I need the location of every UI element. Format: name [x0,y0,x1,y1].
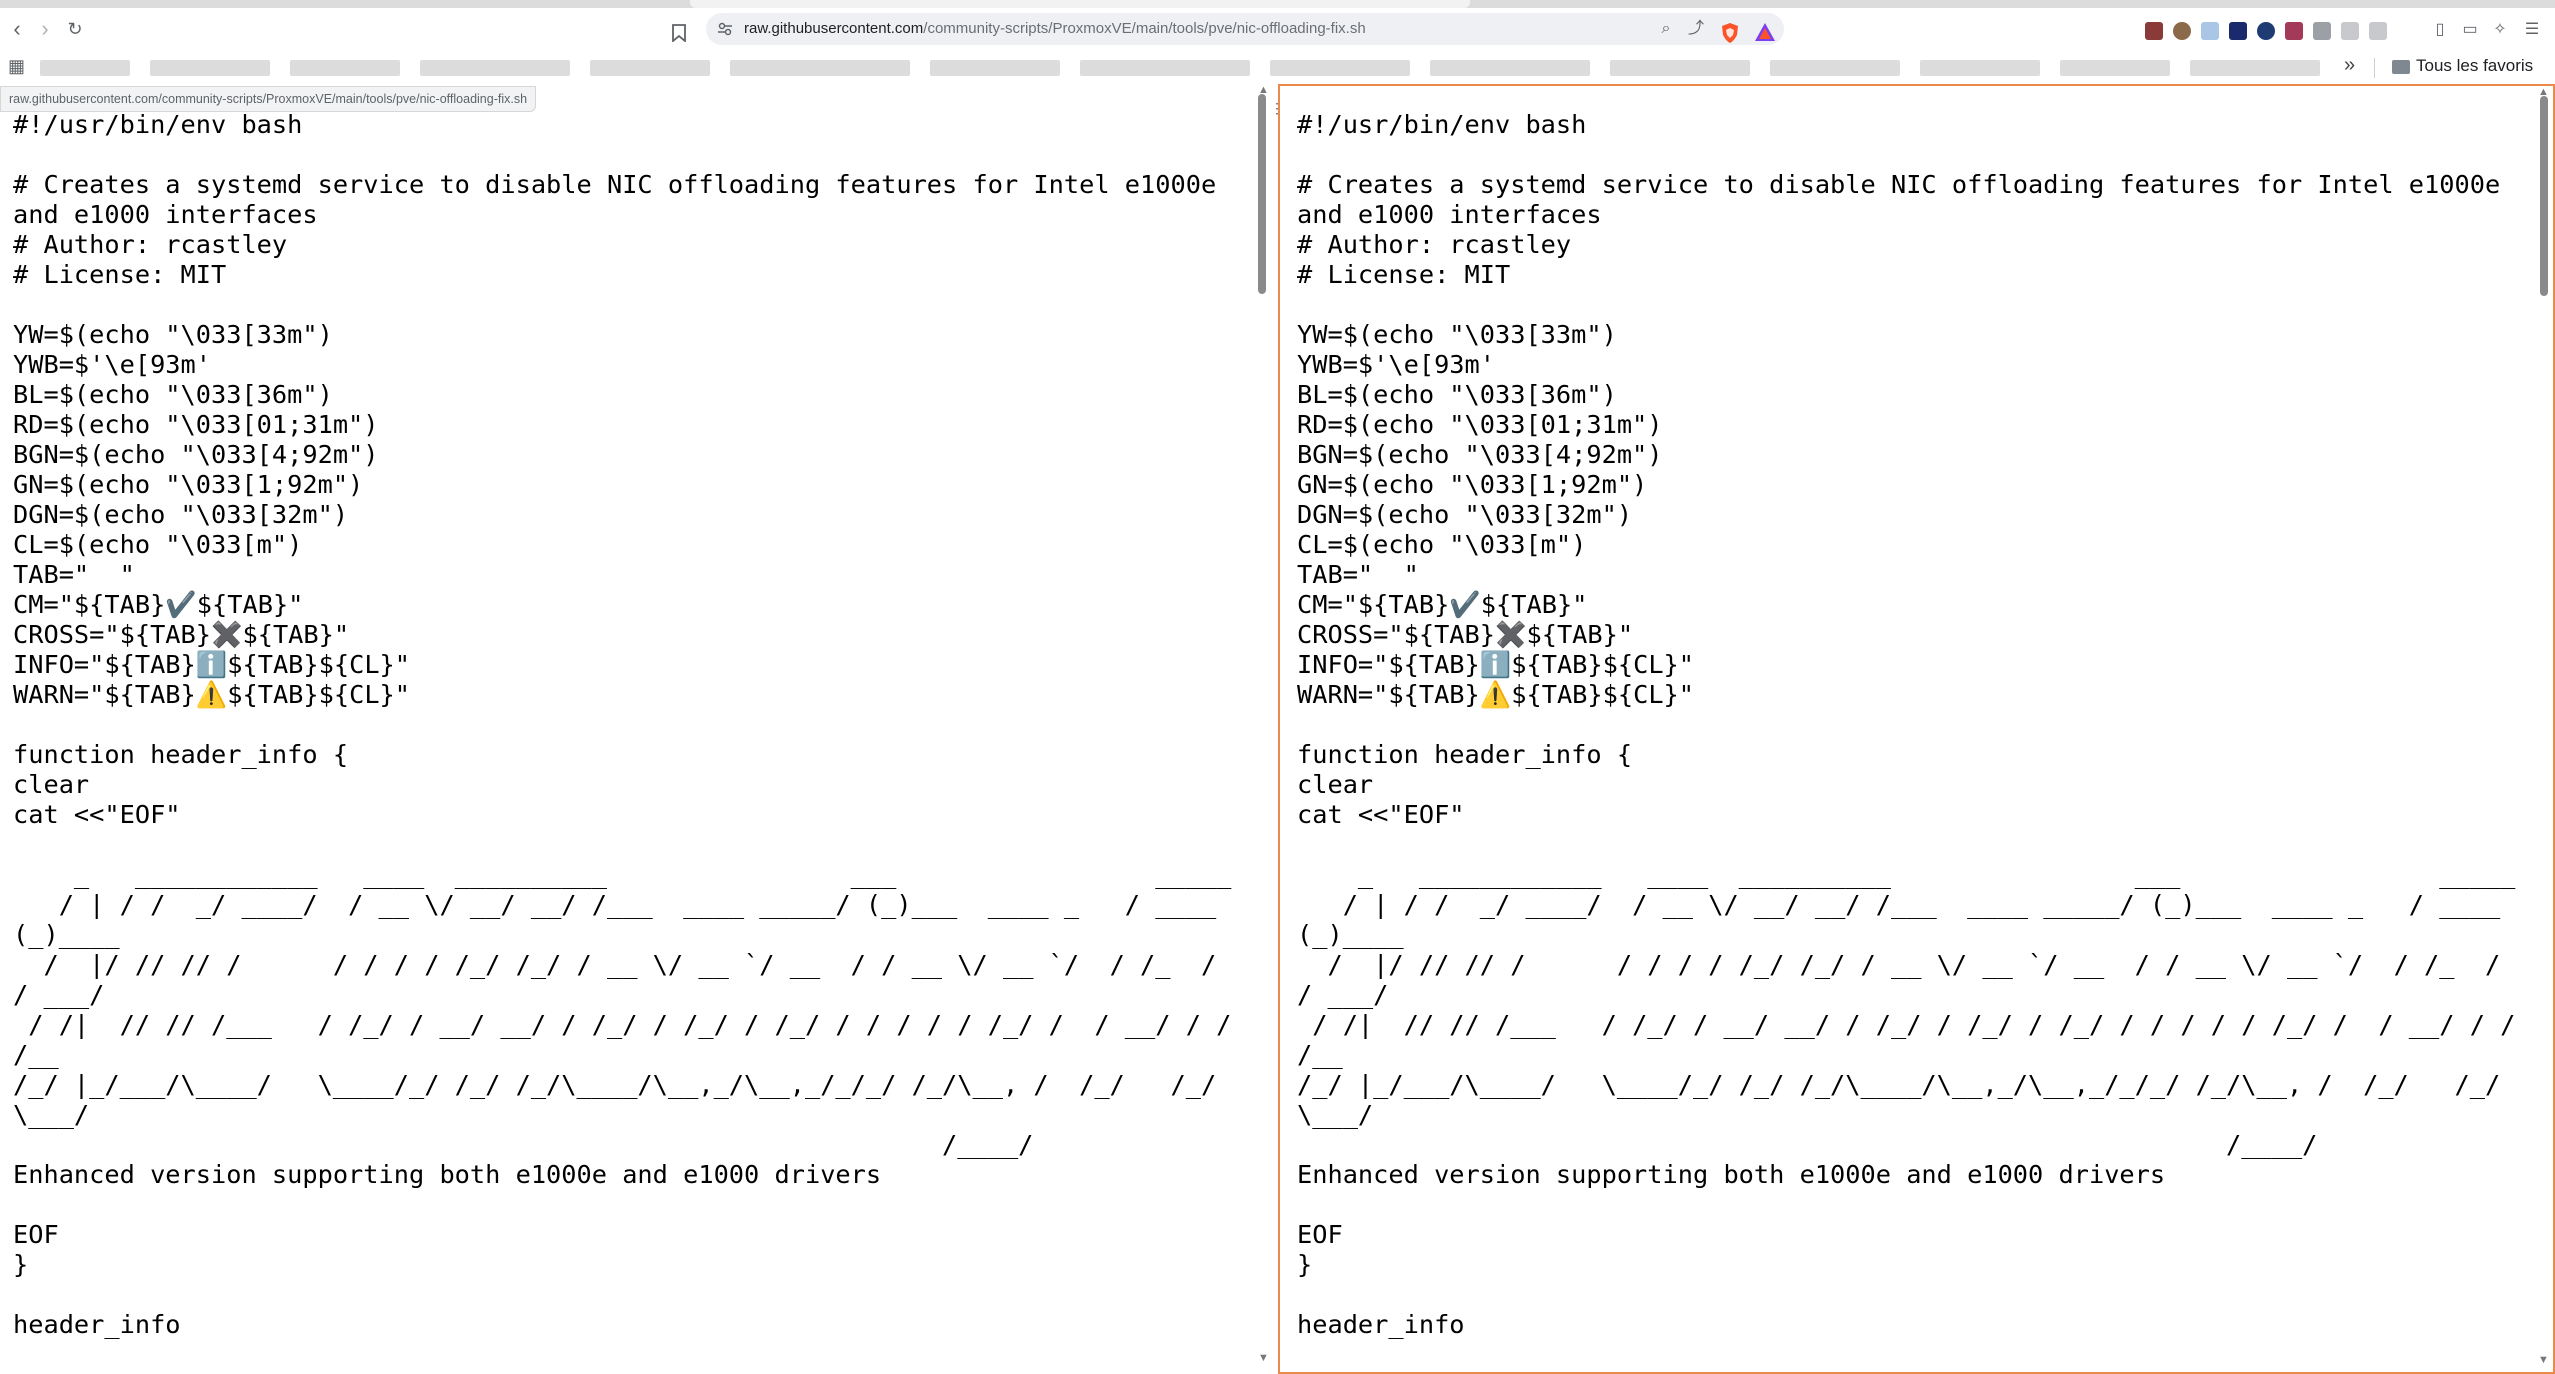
extension-6-icon[interactable] [2285,22,2303,40]
url-path: /community-scripts/ProxmoxVE/main/tools/… [923,20,1366,37]
bookmark-item[interactable] [1920,60,2040,76]
browser-toolbar: ‹ › ↻ raw.githubusercontent.com/communit… [0,8,2555,50]
scroll-down-arrow[interactable]: ▼ [2538,1354,2549,1366]
bookmark-item[interactable] [290,60,400,76]
bookmark-item[interactable] [150,60,270,76]
extension-5-icon[interactable] [2257,22,2275,40]
bookmark-item[interactable] [1770,60,1900,76]
extensions-puzzle-icon[interactable] [2341,22,2359,40]
bookmark-item[interactable] [40,60,130,76]
link-preview-status: raw.githubusercontent.com/community-scri… [0,86,537,112]
camera-icon[interactable] [2313,22,2331,40]
bookmark-item[interactable] [420,60,570,76]
bookmark-item[interactable] [930,60,1060,76]
right-content-pane[interactable]: #!/usr/bin/env bash # Creates a systemd … [1278,84,2555,1374]
bookmark-item[interactable] [1610,60,1750,76]
bookmark-item[interactable] [730,60,910,76]
forward-icon[interactable]: › [32,16,58,42]
share-icon[interactable]: ⤴ [1686,19,1706,39]
script-source-right: #!/usr/bin/env bash # Creates a systemd … [1297,110,2516,1339]
site-settings-icon[interactable] [717,21,733,37]
bookmark-item[interactable] [590,60,710,76]
zoom-icon[interactable]: ⌕ [1656,19,1676,39]
right-scrollbar-thumb[interactable] [2540,96,2548,296]
bookmark-item[interactable] [1430,60,1590,76]
split-view-handle[interactable]: ⋮ [1270,100,1284,117]
url-host: raw.githubusercontent.com [744,20,924,37]
leo-icon[interactable]: ✧ [2490,20,2510,40]
brave-rewards-icon[interactable] [1754,22,1776,42]
apps-grid-icon[interactable]: ▦ [8,56,25,77]
bookmark-item[interactable] [2060,60,2170,76]
menu-icon[interactable]: ☰ [2522,20,2542,40]
folder-icon [2392,60,2410,74]
wallet-icon[interactable]: ▭ [2460,20,2480,40]
bookmarks-divider [2374,58,2375,78]
brave-shields-icon[interactable] [1720,22,1740,44]
more-bookmarks-icon[interactable]: » [2344,54,2355,77]
extension-2-icon[interactable] [2173,22,2191,40]
address-bar[interactable]: raw.githubusercontent.com/community-scri… [706,13,1784,45]
scroll-down-arrow[interactable]: ▼ [1258,1352,1269,1364]
extension-3-icon[interactable] [2201,22,2219,40]
script-source-left: #!/usr/bin/env bash # Creates a systemd … [13,110,1232,1339]
back-icon[interactable]: ‹ [4,16,30,42]
all-bookmarks-folder[interactable]: Tous les favoris [2416,56,2533,76]
url-text[interactable]: raw.githubusercontent.com/community-scri… [744,20,1366,37]
screenshot-icon[interactable] [2369,22,2387,40]
active-tab[interactable] [690,0,1470,8]
extension-4-icon[interactable] [2229,22,2247,40]
left-content-pane[interactable]: #!/usr/bin/env bash # Creates a systemd … [0,84,1278,1374]
extension-1-icon[interactable] [2145,22,2163,40]
left-scrollbar-thumb[interactable] [1258,94,1266,294]
bookmark-item[interactable] [2190,60,2320,76]
bookmarks-bar: ▦ » Tous les favoris [0,50,2555,84]
bookmark-item[interactable] [1080,60,1250,76]
bookmark-item[interactable] [1270,60,1410,76]
reload-icon[interactable]: ↻ [62,16,88,42]
bookmark-icon[interactable] [672,24,686,42]
sidebar-icon[interactable]: ▯ [2430,20,2450,40]
tab-strip [0,0,2555,8]
